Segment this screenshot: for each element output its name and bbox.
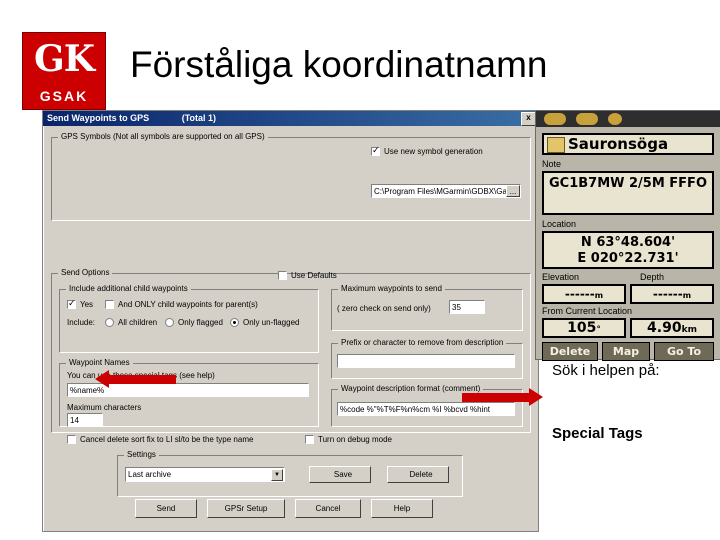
help-button[interactable]: Help: [371, 499, 433, 518]
note-line-2: Special Tags: [552, 425, 643, 442]
dialog-title-text: Send Waypoints to GPS: [47, 113, 150, 123]
waypoint-name-field[interactable]: Sauronsöga: [542, 133, 714, 155]
send-options-legend: Send Options: [58, 268, 113, 277]
settings-save-button[interactable]: Save: [309, 466, 371, 483]
note-label: Note: [542, 159, 562, 169]
depth-unit: m: [682, 291, 692, 300]
help-button-label: Help: [393, 504, 411, 513]
logo-name: GSAK: [39, 88, 89, 104]
gps-symbols-legend: GPS Symbols (Not all symbols are support…: [58, 132, 268, 141]
depth-field[interactable]: ------m: [630, 284, 714, 304]
only-child-label: And ONLY child waypoints for parent(s): [118, 300, 258, 309]
note-value: GC1B7MW 2/5M FFFO: [548, 176, 707, 191]
include-yes-checkbox[interactable]: [67, 298, 76, 309]
send-button[interactable]: Send: [135, 499, 197, 518]
close-icon[interactable]: x: [521, 112, 536, 126]
elevation-field[interactable]: ------m: [542, 284, 626, 304]
distance-unit: km: [681, 325, 697, 335]
local-delete-checkbox[interactable]: [67, 435, 76, 444]
max-waypoints-legend: Maximum waypoints to send: [338, 284, 445, 293]
location-lat: N 63°48.604': [580, 235, 676, 250]
waypoint-icon: [544, 113, 566, 125]
remove-prefix-legend: Prefix or character to remove from descr…: [338, 338, 507, 347]
location-field[interactable]: N 63°48.604' E 020°22.731': [542, 231, 714, 269]
include-yes-label: Yes: [80, 300, 94, 309]
radio-all-children[interactable]: [105, 318, 114, 327]
delete-waypoint-button[interactable]: Delete: [542, 342, 598, 361]
symbol-path-field[interactable]: C:\Program Files\MGarmin\GDBX\GarminGemM…: [371, 184, 521, 198]
elevation-value: ------: [564, 287, 595, 301]
cancel-button[interactable]: Cancel: [295, 499, 361, 518]
elevation-unit: m: [594, 291, 604, 300]
depth-value: ------: [652, 287, 683, 301]
pencil-icon: [547, 137, 565, 153]
settings-delete-label: Delete: [409, 470, 433, 479]
bearing-field: 105°: [542, 318, 626, 338]
gps-waypoint-panel: Sauronsöga Note GC1B7MW 2/5M FFFO Locati…: [535, 110, 720, 361]
max-chars-label: Maximum characters: [67, 403, 142, 412]
note-line-1: Sök i helpen på:: [552, 362, 660, 379]
dialog-titlebar: Send Waypoints to GPS (Total 1) x: [43, 111, 538, 126]
logo-mark: GK: [33, 38, 95, 80]
gsak-logo: GK GSAK: [22, 32, 106, 110]
note-field[interactable]: GC1B7MW 2/5M FFFO: [542, 171, 714, 215]
radio-all-children-label: All children: [118, 318, 158, 327]
dot-icon: [608, 113, 622, 125]
radio-only-flagged[interactable]: [165, 318, 174, 327]
debug-mode-label: Turn on debug mode: [318, 435, 392, 444]
send-waypoints-dialog: Send Waypoints to GPS (Total 1) x GPS Sy…: [42, 110, 541, 532]
elevation-label: Elevation: [542, 272, 580, 282]
settings-dropdown[interactable]: Last archive ▼: [125, 467, 285, 482]
bearing-value: 105: [567, 320, 597, 336]
bearing-unit: °: [596, 325, 601, 335]
arrow-to-waypoint-description: [462, 388, 543, 406]
remove-prefix-input[interactable]: [337, 354, 515, 368]
goto-button[interactable]: Go To: [654, 342, 714, 361]
chevron-down-icon[interactable]: ▼: [271, 469, 283, 481]
settings-save-label: Save: [333, 470, 353, 479]
gps-panel-header: [536, 111, 720, 127]
depth-label: Depth: [640, 272, 665, 282]
waypoint-description-legend: Waypoint description format (comment): [338, 384, 484, 393]
dialog-title-count: (Total 1): [181, 113, 217, 123]
use-defaults-checkbox[interactable]: [278, 271, 287, 280]
use-defaults-label: Use Defaults: [291, 271, 337, 280]
settings-legend: Settings: [124, 450, 159, 459]
settings-dropdown-value: Last archive: [128, 470, 172, 479]
settings-delete-button[interactable]: Delete: [387, 466, 449, 483]
waypoint-names-legend: Waypoint Names: [66, 358, 133, 367]
include-label: Include:: [67, 318, 96, 327]
map-button[interactable]: Map: [602, 342, 650, 361]
send-button-label: Send: [156, 504, 176, 513]
use-new-symbol-label: Use new symbol generation: [384, 147, 483, 156]
gpsr-setup-button[interactable]: GPSr Setup: [207, 499, 285, 518]
symbol-path-browse-button[interactable]: ...: [506, 185, 520, 197]
gpsr-setup-label: GPSr Setup: [224, 504, 268, 513]
distance-value: 4.90: [647, 320, 682, 336]
use-new-symbol-checkbox[interactable]: [371, 145, 380, 156]
wave-icon: [576, 113, 598, 125]
location-lon: E 020°22.731': [577, 251, 679, 266]
radio-only-flagged-label: Only flagged: [178, 318, 223, 327]
local-delete-label: Cancel delete sort fix to LI sl/to be th…: [80, 435, 254, 444]
cancel-button-label: Cancel: [315, 504, 341, 513]
debug-mode-checkbox[interactable]: [305, 435, 314, 444]
page-title: Förståliga koordinatnamn: [130, 44, 548, 85]
arrow-to-waypoint-name: [95, 370, 176, 388]
distance-field: 4.90km: [630, 318, 714, 338]
radio-only-unflagged-label: Only un-flagged: [243, 318, 300, 327]
include-children-legend: Include additional child waypoints: [66, 284, 191, 293]
only-child-checkbox[interactable]: [105, 300, 114, 309]
waypoint-name-value: Sauronsöga: [568, 135, 669, 153]
max-chars-input[interactable]: 14: [67, 413, 103, 427]
waypoint-description-input[interactable]: %code %"%T%F%n%cm %I %bcvd %hint: [337, 402, 515, 416]
from-current-location-label: From Current Location: [542, 306, 633, 316]
radio-only-unflagged[interactable]: [230, 318, 239, 327]
max-waypoints-hint: ( zero check on send only): [337, 304, 431, 313]
location-label: Location: [542, 219, 577, 229]
max-waypoints-input[interactable]: 35: [449, 300, 485, 314]
